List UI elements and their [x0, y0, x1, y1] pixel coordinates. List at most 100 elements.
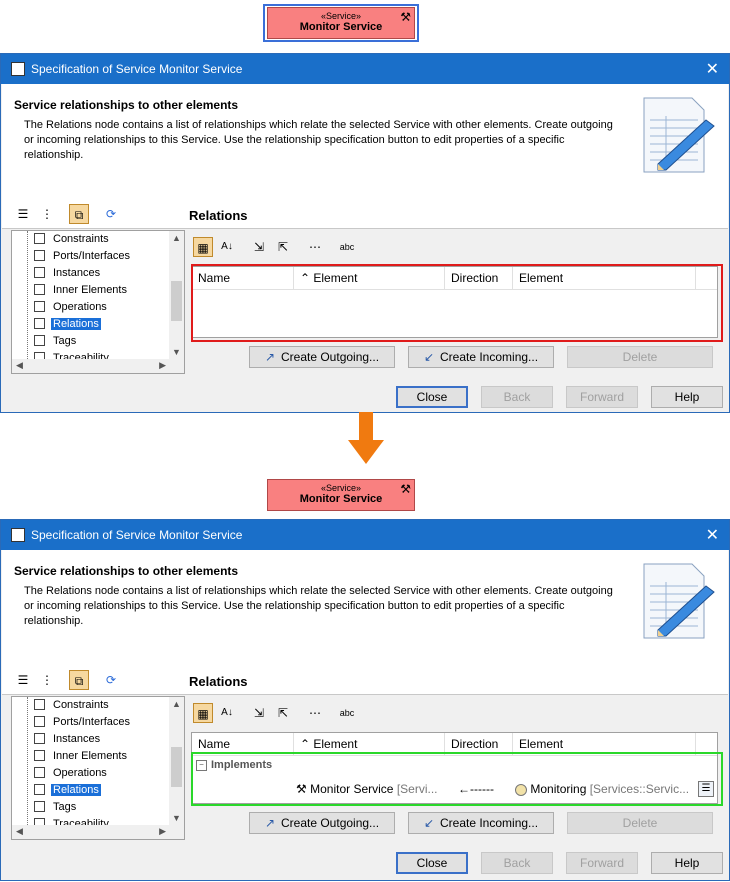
create-outgoing-button[interactable]: ↗ Create Outgoing... — [249, 812, 395, 834]
tree-toolbar: ☰ ⋮ ⧉ ⟳ — [9, 202, 189, 228]
close-icon[interactable]: ✕ — [706, 525, 719, 545]
service-stereotype: «Service» — [320, 11, 362, 21]
tree-item-constraints[interactable]: Constraints — [34, 697, 111, 714]
node-icon — [34, 783, 45, 795]
compartment-view-icon[interactable]: ⧉ — [69, 670, 89, 690]
back-button[interactable]: Back — [481, 386, 553, 408]
tree-item-constraints[interactable]: Constraints — [34, 231, 111, 248]
filter-icon[interactable]: ⋯ — [305, 703, 325, 723]
node-icon — [34, 300, 45, 312]
collapse-all-icon[interactable]: ⇱ — [273, 237, 293, 257]
tree-item-operations[interactable]: Operations — [34, 299, 109, 316]
pane-title: Relations — [189, 208, 248, 223]
scroll-thumb[interactable] — [171, 747, 182, 787]
relations-pane: Relations ▦ A↓ ⇲ ⇱ ⋯ abc Name ⌃ Element … — [189, 202, 723, 382]
specification-tree[interactable]: Constraints Ports/Interfaces Instances I… — [11, 230, 185, 374]
spellcheck-icon[interactable]: abc — [337, 703, 357, 723]
tree-item-relations[interactable]: Relations — [34, 316, 101, 333]
sort-icon[interactable]: A↓ — [217, 703, 237, 723]
forward-button[interactable]: Forward — [566, 386, 638, 408]
forward-button[interactable]: Forward — [566, 852, 638, 874]
service-stereotype: «Service» — [320, 483, 362, 493]
tree-vertical-scrollbar[interactable]: ▲ ▼ — [169, 697, 184, 825]
dialog-title: Specification of Service Monitor Service — [31, 62, 243, 76]
node-icon — [34, 766, 45, 778]
close-icon[interactable]: ✕ — [706, 59, 719, 79]
tree-item-ports-interfaces[interactable]: Ports/Interfaces — [34, 248, 132, 265]
spellcheck-icon[interactable]: abc — [337, 237, 357, 257]
compartment-view-icon[interactable]: ⧉ — [69, 204, 89, 224]
expand-all-icon[interactable]: ⇲ — [249, 237, 269, 257]
back-button[interactable]: Back — [481, 852, 553, 874]
tree-horizontal-scrollbar[interactable]: ◀ ▶ — [12, 359, 184, 373]
node-icon — [34, 317, 45, 329]
down-arrow-icon — [348, 412, 384, 464]
tree-item-inner-elements[interactable]: Inner Elements — [34, 748, 129, 765]
tree-guide — [27, 231, 28, 359]
tree-horizontal-scrollbar[interactable]: ◀ ▶ — [12, 825, 184, 839]
scroll-down-icon[interactable]: ▼ — [172, 347, 181, 357]
create-incoming-button[interactable]: ↙ Create Incoming... — [408, 812, 554, 834]
tree-view-icon[interactable]: ⋮ — [37, 670, 57, 690]
close-button[interactable]: Close — [396, 386, 468, 408]
expand-all-icon[interactable]: ⇲ — [249, 703, 269, 723]
relations-toolbar: ▦ A↓ ⇲ ⇱ ⋯ abc — [191, 702, 491, 724]
scroll-up-icon[interactable]: ▲ — [172, 233, 181, 243]
header-title: Service relationships to other elements — [14, 98, 239, 112]
list-view-icon[interactable]: ☰ — [13, 204, 33, 224]
list-view-icon[interactable]: ☰ — [13, 670, 33, 690]
refresh-icon[interactable]: ⟳ — [101, 670, 121, 690]
delete-button[interactable]: Delete — [567, 812, 713, 834]
specification-dialog-before: Specification of Service Monitor Service… — [0, 53, 730, 413]
sort-asc-icon: ⌃ — [300, 737, 314, 751]
delete-button[interactable]: Delete — [567, 346, 713, 368]
specification-sheet-icon — [643, 97, 715, 173]
specification-dialog-after: Specification of Service Monitor Service… — [0, 519, 730, 881]
create-incoming-button[interactable]: ↙ Create Incoming... — [408, 346, 554, 368]
node-icon — [34, 715, 45, 727]
sort-icon[interactable]: A↓ — [217, 237, 237, 257]
scroll-down-icon[interactable]: ▼ — [172, 813, 181, 823]
relations-pane: Relations ▦ A↓ ⇲ ⇱ ⋯ abc Name ⌃ Element … — [189, 668, 723, 848]
scroll-up-icon[interactable]: ▲ — [172, 699, 181, 709]
scroll-thumb[interactable] — [171, 281, 182, 321]
scroll-left-icon[interactable]: ◀ — [16, 826, 23, 837]
specification-tree[interactable]: Constraints Ports/Interfaces Instances I… — [11, 696, 185, 840]
tree-item-relations[interactable]: Relations — [34, 782, 101, 799]
tree-item-tags[interactable]: Tags — [34, 333, 78, 350]
incoming-arrow-icon: ↙ — [423, 350, 434, 364]
tree-item-instances[interactable]: Instances — [34, 731, 102, 748]
scroll-left-icon[interactable]: ◀ — [16, 360, 23, 371]
refresh-icon[interactable]: ⟳ — [101, 204, 121, 224]
relations-toolbar: ▦ A↓ ⇲ ⇱ ⋯ abc — [191, 236, 491, 258]
node-icon — [34, 266, 45, 278]
service-name: Monitor Service — [299, 493, 383, 505]
node-icon — [34, 749, 45, 761]
help-button[interactable]: Help — [651, 386, 723, 408]
tree-item-instances[interactable]: Instances — [34, 265, 102, 282]
title-bar: Specification of Service Monitor Service… — [1, 54, 729, 84]
tree-item-operations[interactable]: Operations — [34, 765, 109, 782]
tree-vertical-scrollbar[interactable]: ▲ ▼ — [169, 231, 184, 359]
collapse-all-icon[interactable]: ⇱ — [273, 703, 293, 723]
header-title: Service relationships to other elements — [14, 564, 239, 578]
tree-item-inner-elements[interactable]: Inner Elements — [34, 282, 129, 299]
tree-view-icon[interactable]: ⋮ — [37, 204, 57, 224]
help-button[interactable]: Help — [651, 852, 723, 874]
tree-item-ports-interfaces[interactable]: Ports/Interfaces — [34, 714, 132, 731]
service-symbol-top[interactable]: «Service» Monitor Service ⚒ — [267, 7, 415, 39]
scroll-right-icon[interactable]: ▶ — [159, 360, 166, 371]
outgoing-arrow-icon: ↗ — [264, 816, 275, 830]
create-outgoing-button[interactable]: ↗ Create Outgoing... — [249, 346, 395, 368]
group-by-icon[interactable]: ▦ — [193, 237, 213, 257]
service-name: Monitor Service — [299, 21, 383, 33]
scroll-right-icon[interactable]: ▶ — [159, 826, 166, 837]
close-button[interactable]: Close — [396, 852, 468, 874]
tree-item-tags[interactable]: Tags — [34, 799, 78, 816]
service-symbol-bottom[interactable]: «Service» Monitor Service ⚒ — [267, 479, 415, 511]
group-by-icon[interactable]: ▦ — [193, 703, 213, 723]
tree-guide — [27, 697, 28, 825]
header-description: The Relations node contains a list of re… — [24, 585, 613, 627]
filter-icon[interactable]: ⋯ — [305, 237, 325, 257]
incoming-arrow-icon: ↙ — [423, 816, 434, 830]
